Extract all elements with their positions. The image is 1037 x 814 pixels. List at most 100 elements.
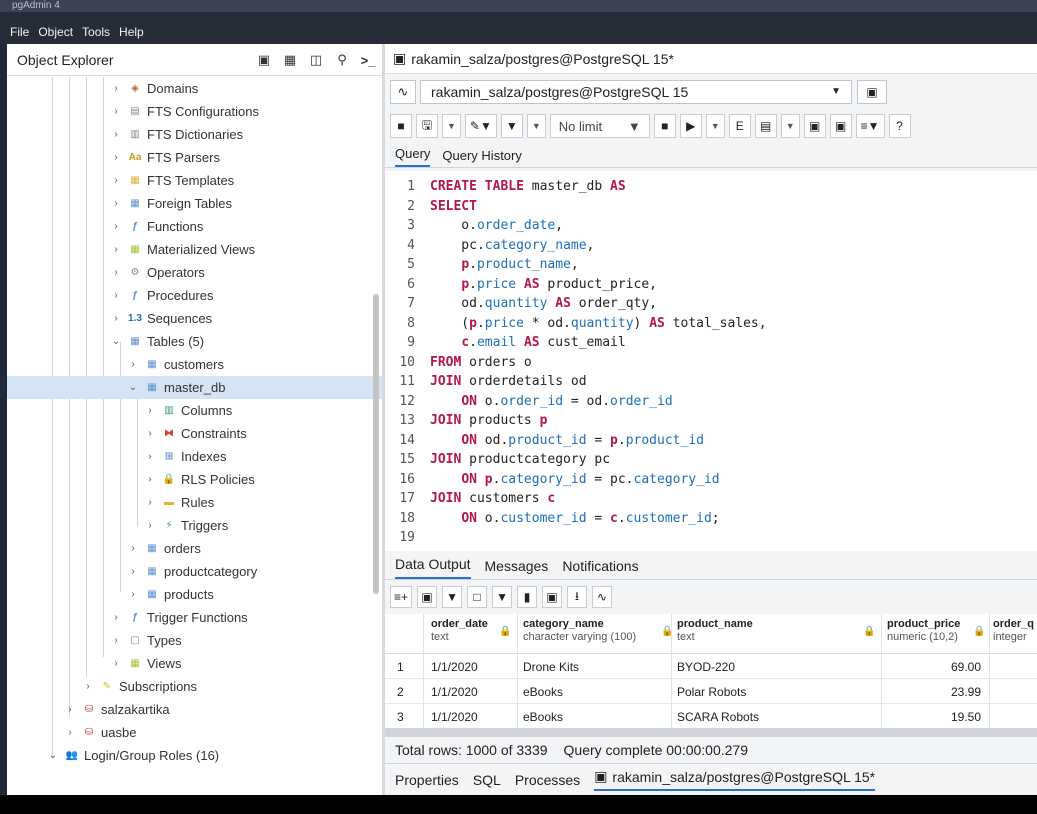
chevron-right-icon[interactable]: › bbox=[110, 267, 122, 278]
chevron-right-icon[interactable]: › bbox=[64, 727, 76, 738]
tree-item[interactable]: › Aa FTS Parsers bbox=[110, 146, 220, 169]
tab-properties[interactable]: Properties bbox=[395, 772, 459, 788]
tree-item[interactable]: › ƒ Functions bbox=[110, 215, 203, 238]
tab-messages[interactable]: Messages bbox=[485, 558, 549, 579]
save-data-button[interactable]: ▣ bbox=[542, 586, 563, 608]
add-row-button[interactable]: ≡+ bbox=[390, 586, 413, 608]
table-cell[interactable]: 19.50 bbox=[881, 710, 981, 724]
chevron-right-icon[interactable]: › bbox=[82, 681, 94, 692]
open-file-button[interactable]: ■ bbox=[390, 114, 412, 138]
edit-button[interactable]: ✎▼ bbox=[464, 114, 497, 138]
connection-status-icon[interactable]: ∿ bbox=[390, 80, 416, 104]
save-options-button[interactable]: ▼ bbox=[442, 114, 461, 138]
tree-item[interactable]: › ⚙ Operators bbox=[110, 261, 204, 284]
menu-object[interactable]: Object bbox=[38, 25, 73, 39]
tab-query[interactable]: Query bbox=[395, 146, 431, 167]
chevron-down-icon[interactable]: ⌄ bbox=[110, 336, 122, 347]
tab-notifications[interactable]: Notifications bbox=[562, 558, 638, 579]
tree-item[interactable]: ⌄ ▦ master_db bbox=[7, 376, 382, 399]
column-header-order-date[interactable]: order_date text 🔒 bbox=[431, 618, 521, 643]
table-cell[interactable]: Drone Kits bbox=[523, 660, 579, 674]
stop-button[interactable]: ■ bbox=[653, 114, 676, 138]
column-header-product-price[interactable]: product_price numeric (10,2) 🔒 bbox=[887, 618, 987, 643]
chevron-right-icon[interactable]: › bbox=[110, 313, 122, 324]
tree-item[interactable]: › ▥ Columns bbox=[144, 399, 232, 422]
sql-editor[interactable]: 1 CREATE TABLE master_db AS 2 SELECT 3 o.ord… bbox=[385, 171, 1037, 551]
connection-select[interactable]: rakamin_salza/postgres@PostgreSQL 15 ▼ bbox=[420, 80, 852, 104]
chevron-right-icon[interactable]: › bbox=[127, 359, 139, 370]
download-icon[interactable]: ⭳ bbox=[567, 586, 588, 608]
table-row[interactable]: 3 1/1/2020 eBooks SCARA Robots 19.50 bbox=[385, 705, 1037, 729]
tree-item[interactable]: › ▤ FTS Configurations bbox=[110, 100, 259, 123]
table-cell[interactable]: eBooks bbox=[523, 710, 563, 724]
database-icon[interactable]: ▣ bbox=[254, 50, 274, 70]
tree-item[interactable]: › ƒ Procedures bbox=[110, 284, 213, 307]
table-cell[interactable]: 1/1/2020 bbox=[431, 710, 478, 724]
chevron-right-icon[interactable]: › bbox=[110, 106, 122, 117]
chevron-right-icon[interactable]: › bbox=[110, 152, 122, 163]
copy-button[interactable]: ▣ bbox=[417, 586, 438, 608]
explain-button[interactable]: E bbox=[728, 114, 751, 138]
filter-rows-icon[interactable]: ◫ bbox=[306, 50, 326, 70]
rollback-button[interactable]: ▣ bbox=[829, 114, 852, 138]
psql-tool-icon[interactable]: >_ bbox=[358, 50, 378, 70]
commit-button[interactable]: ▣ bbox=[803, 114, 826, 138]
query-tool-tab[interactable]: ▣ rakamin_salza/postgres@PostgreSQL 15* bbox=[393, 50, 674, 67]
result-grid-scrollbar[interactable] bbox=[385, 728, 1037, 736]
table-cell[interactable]: 1/1/2020 bbox=[431, 660, 478, 674]
chevron-right-icon[interactable]: › bbox=[144, 474, 156, 485]
tree-item[interactable]: › ▦ orders bbox=[127, 537, 201, 560]
paste-options-button[interactable]: ▼ bbox=[492, 586, 513, 608]
tree-item[interactable]: › 1.3 Sequences bbox=[110, 307, 212, 330]
tree-item[interactable]: › ▦ Materialized Views bbox=[110, 238, 255, 261]
tree-item[interactable]: › ⛁ uasbe bbox=[64, 721, 136, 744]
chevron-right-icon[interactable]: › bbox=[110, 635, 122, 646]
tree-item[interactable]: ⌄ 👥 Login/Group Roles (16) bbox=[47, 744, 219, 767]
tree-item[interactable]: › ▦ customers bbox=[127, 353, 224, 376]
chevron-right-icon[interactable]: › bbox=[110, 83, 122, 94]
tree-item[interactable]: › ▦ FTS Templates bbox=[110, 169, 234, 192]
table-row[interactable]: 1 1/1/2020 Drone Kits BYOD-220 69.00 bbox=[385, 655, 1037, 679]
limit-select[interactable]: No limit ▼ bbox=[549, 114, 650, 138]
tab-query-history[interactable]: Query History bbox=[442, 148, 521, 167]
delete-button[interactable]: ▮ bbox=[517, 586, 538, 608]
chevron-right-icon[interactable]: › bbox=[144, 405, 156, 416]
tab-sql[interactable]: SQL bbox=[473, 772, 501, 788]
execute-button[interactable]: ▶ bbox=[679, 114, 702, 138]
tree-item[interactable]: › ▢ Types bbox=[110, 629, 181, 652]
chevron-right-icon[interactable]: › bbox=[110, 244, 122, 255]
graph-visualiser-icon[interactable]: ∿ bbox=[592, 586, 613, 608]
chevron-down-icon[interactable]: ⌄ bbox=[127, 382, 139, 393]
column-header-category-name[interactable]: category_name character varying (100) 🔒 bbox=[523, 618, 673, 643]
copy-options-button[interactable]: ▼ bbox=[442, 586, 463, 608]
tree-item[interactable]: › ⧓ Constraints bbox=[144, 422, 246, 445]
menu-tools[interactable]: Tools bbox=[82, 25, 110, 39]
menu-help[interactable]: Help bbox=[119, 25, 144, 39]
tree-item[interactable]: › 🔒 RLS Policies bbox=[144, 468, 254, 491]
chevron-right-icon[interactable]: › bbox=[110, 198, 122, 209]
tab-query-tool[interactable]: ▣ rakamin_salza/postgres@PostgreSQL 15* bbox=[594, 768, 876, 791]
tree-item[interactable]: › ▦ Views bbox=[110, 652, 181, 675]
explain-analyze-button[interactable]: ▤ bbox=[754, 114, 777, 138]
tree-item[interactable]: › ▬ Rules bbox=[144, 491, 214, 514]
table-cell[interactable]: 23.99 bbox=[881, 685, 981, 699]
column-header-order-qty[interactable]: order_q integer bbox=[993, 618, 1037, 643]
table-row[interactable]: 2 1/1/2020 eBooks Polar Robots 23.99 bbox=[385, 680, 1037, 704]
search-icon[interactable]: ⚲ bbox=[332, 50, 352, 70]
help-icon[interactable]: ? bbox=[888, 114, 911, 138]
table-cell[interactable]: 1/1/2020 bbox=[431, 685, 478, 699]
tree-item[interactable]: › ⚡ Triggers bbox=[144, 514, 228, 537]
chevron-right-icon[interactable]: › bbox=[127, 543, 139, 554]
tree-item[interactable]: › ƒ Trigger Functions bbox=[110, 606, 247, 629]
chevron-right-icon[interactable]: › bbox=[127, 589, 139, 600]
tree-scrollbar[interactable] bbox=[373, 294, 379, 594]
chevron-right-icon[interactable]: › bbox=[110, 221, 122, 232]
tree-item[interactable]: › ▦ products bbox=[127, 583, 214, 606]
table-cell[interactable]: eBooks bbox=[523, 685, 563, 699]
chevron-right-icon[interactable]: › bbox=[110, 175, 122, 186]
menu-file[interactable]: File bbox=[10, 25, 29, 39]
tree-item[interactable]: ⌄ ▦ Tables (5) bbox=[110, 330, 204, 353]
chevron-down-icon[interactable]: ⌄ bbox=[47, 750, 59, 761]
macros-button[interactable]: ≡▼ bbox=[855, 114, 885, 138]
chevron-right-icon[interactable]: › bbox=[110, 129, 122, 140]
